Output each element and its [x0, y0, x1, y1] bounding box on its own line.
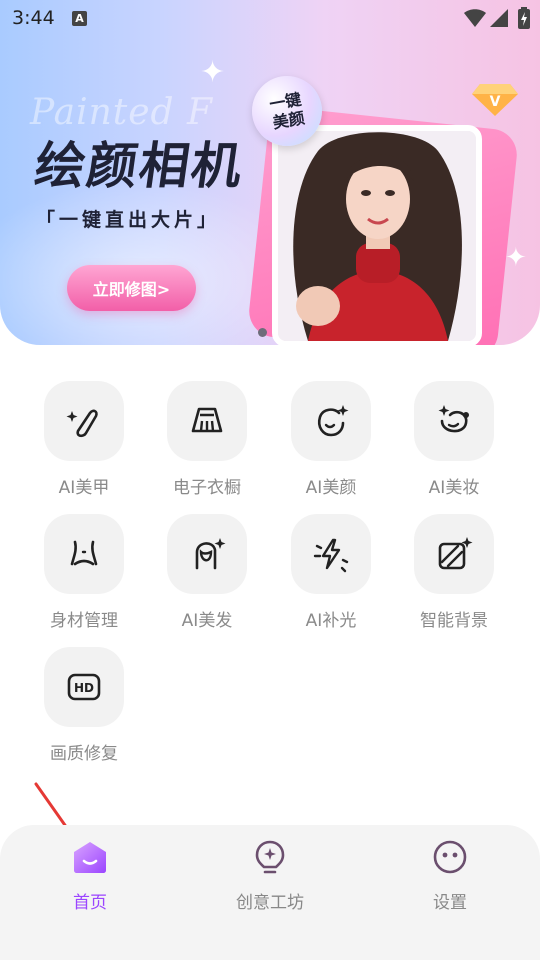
badge-text: 一键美颜	[267, 89, 307, 133]
carousel-indicator[interactable]	[258, 328, 267, 337]
sparkle-icon: ✦	[200, 55, 226, 90]
bottom-navigation: 首页 创意工坊 设置	[0, 825, 540, 960]
feature-tile[interactable]	[414, 514, 494, 594]
nav-settings[interactable]: 设置	[360, 825, 540, 935]
skirt-icon	[191, 407, 223, 433]
feature-tile[interactable]	[44, 381, 124, 461]
feature-label: AI美妆	[428, 478, 480, 498]
fill-light-icon	[313, 538, 349, 573]
hair-icon	[195, 538, 226, 570]
nav-home[interactable]: 首页	[0, 825, 180, 935]
feature-label: 身材管理	[50, 611, 118, 631]
feature-label: AI美颜	[305, 478, 357, 498]
feature-label: 画质修复	[50, 744, 118, 764]
wifi-icon	[464, 9, 486, 27]
feature-tile[interactable]	[291, 514, 371, 594]
nail-polish-icon	[66, 409, 98, 438]
banner-subtitle: 「一键直出大片」	[36, 209, 221, 231]
feature-tile[interactable]	[44, 514, 124, 594]
feature-ai-makeup[interactable]: AI美妆	[399, 381, 509, 506]
model-portrait-illustration	[278, 131, 476, 341]
face-sparkle-icon	[317, 405, 349, 437]
feature-label: 智能背景	[420, 611, 488, 631]
svg-text:V: V	[490, 94, 501, 110]
feature-body-shape[interactable]: 身材管理	[29, 514, 139, 639]
feature-tile[interactable]	[414, 381, 494, 461]
lightbulb-icon	[255, 840, 285, 874]
feature-tile[interactable]	[291, 381, 371, 461]
nav-creative-workshop[interactable]: 创意工坊	[180, 825, 360, 935]
feature-label: AI补光	[305, 611, 357, 631]
settings-face-icon	[433, 840, 467, 874]
feature-tile[interactable]: HD	[44, 647, 124, 727]
sparkle-icon: ✦	[505, 243, 527, 273]
battery-charging-icon	[518, 7, 530, 29]
makeup-icon	[438, 405, 469, 433]
nav-label: 创意工坊	[236, 893, 304, 913]
feature-label: 电子衣橱	[173, 478, 241, 498]
feature-smart-background[interactable]: 智能背景	[399, 514, 509, 639]
vip-diamond-icon[interactable]: V	[472, 82, 518, 116]
feature-ai-nail[interactable]: AI美甲	[29, 381, 139, 506]
status-bar: 3:44 A	[0, 0, 540, 38]
nav-label: 设置	[433, 893, 467, 913]
status-time: 3:44	[12, 7, 55, 29]
feature-tile[interactable]	[167, 514, 247, 594]
feature-wardrobe[interactable]: 电子衣橱	[152, 381, 262, 506]
signal-icon	[490, 9, 508, 27]
hero-banner[interactable]: Painted F ✦ ✦ 绘颜相机 「一键直出大片」 立即修图> 一键美颜 V	[0, 0, 540, 345]
feature-tile[interactable]	[167, 381, 247, 461]
feature-label: AI美发	[181, 611, 233, 631]
home-icon	[74, 842, 106, 873]
model-photo	[272, 125, 482, 345]
body-shape-icon	[70, 540, 98, 566]
feature-ai-fill-light[interactable]: AI补光	[276, 514, 386, 639]
feature-label: AI美甲	[58, 478, 110, 498]
feature-quality-repair[interactable]: HD 画质修复	[29, 647, 139, 772]
background-icon	[438, 537, 473, 570]
nav-label: 首页	[73, 893, 107, 913]
feature-ai-beauty[interactable]: AI美颜	[276, 381, 386, 506]
notification-a-icon: A	[72, 11, 87, 26]
svg-text:HD: HD	[74, 681, 94, 695]
edit-now-button[interactable]: 立即修图>	[67, 265, 196, 311]
banner-title: 绘颜相机	[31, 137, 248, 195]
feature-ai-hair[interactable]: AI美发	[152, 514, 262, 639]
hd-icon: HD	[67, 673, 101, 701]
